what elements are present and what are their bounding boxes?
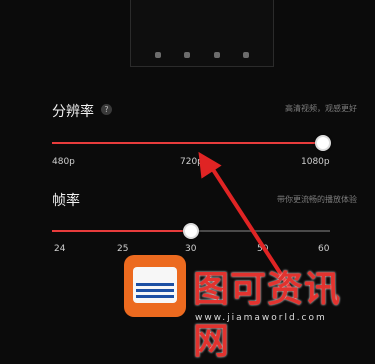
resolution-title: 分辨率: [52, 104, 94, 120]
help-icon[interactable]: ?: [101, 104, 112, 115]
framerate-slider-fill: [52, 230, 191, 232]
framerate-tick-24: 24: [54, 244, 66, 254]
framerate-tick-60: 60: [318, 244, 330, 254]
preview-icon[interactable]: [154, 52, 161, 58]
resolution-tick-1080p: 1080p: [301, 157, 330, 167]
resolution-slider[interactable]: [52, 142, 325, 144]
resolution-hint: 高清视频，观感更好: [285, 104, 357, 113]
video-preview: [130, 0, 274, 67]
framerate-slider-thumb[interactable]: [183, 223, 199, 239]
framerate-title: 帧率: [52, 193, 80, 209]
framerate-hint: 带你更流畅的播放体验: [277, 195, 357, 204]
resolution-slider-fill: [52, 142, 325, 144]
watermark-url: www.jiamaworld.com: [195, 313, 327, 323]
framerate-tick-30: 30: [185, 244, 197, 254]
video-settings-panel: 分辨率 ? 高清视频，观感更好 480p 720p 1080p 帧率 带你更流畅…: [0, 0, 375, 362]
resolution-tick-480p: 480p: [52, 157, 75, 167]
resolution-slider-thumb[interactable]: [315, 135, 331, 151]
preview-icon[interactable]: [213, 52, 220, 58]
preview-icon[interactable]: [184, 52, 191, 58]
preview-icons: [131, 52, 273, 58]
watermark-title: 图可资讯网: [193, 269, 342, 362]
preview-icon[interactable]: [243, 52, 250, 58]
watermark-logo-icon: [124, 255, 186, 317]
framerate-tick-25: 25: [117, 244, 129, 254]
